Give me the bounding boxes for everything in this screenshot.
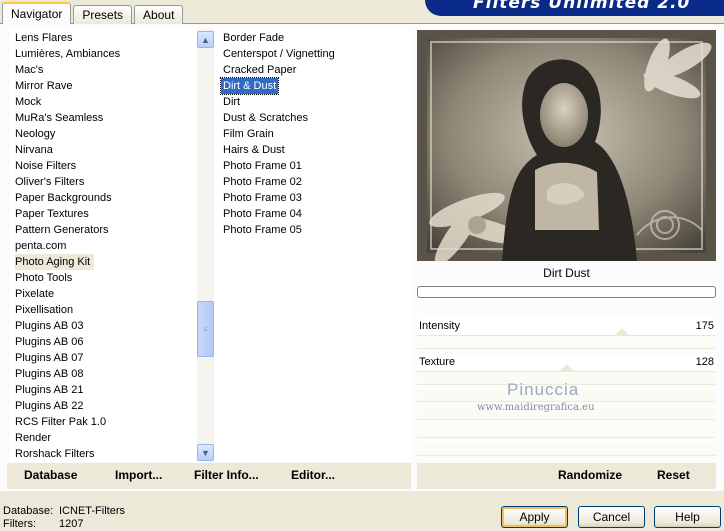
tab-navigator[interactable]: Navigator	[2, 2, 72, 24]
filter-item[interactable]: Film Grain	[221, 126, 276, 142]
scroll-up-button[interactable]: ▲	[197, 31, 214, 48]
filter-item[interactable]: Dirt	[221, 94, 242, 110]
category-item[interactable]: Photo Tools	[15, 270, 76, 286]
category-item[interactable]: Lens Flares	[15, 30, 76, 46]
filter-info-button[interactable]: Filter Info...	[194, 468, 259, 482]
randomize-button[interactable]: Randomize	[558, 468, 622, 482]
filters-count-value: 1207	[59, 518, 84, 530]
parameter-toolbar: Randomize Reset	[417, 463, 716, 489]
category-item[interactable]: Nirvana	[15, 142, 57, 158]
intensity-label: Intensity	[419, 320, 460, 332]
filter-item[interactable]: Centerspot / Vignetting	[221, 46, 337, 62]
grip-icon: ≡	[203, 324, 208, 334]
filter-item[interactable]: Photo Frame 05	[221, 222, 304, 238]
category-item[interactable]: Mirror Rave	[15, 78, 76, 94]
category-item[interactable]: Mock	[15, 94, 45, 110]
reset-button[interactable]: Reset	[657, 468, 690, 482]
category-item[interactable]: Plugins AB 07	[15, 350, 88, 366]
category-item[interactable]: MuRa's Seamless	[15, 110, 107, 126]
slider-row-empty	[417, 337, 716, 349]
filter-item[interactable]: Photo Frame 03	[221, 190, 304, 206]
filter-item[interactable]: Photo Frame 04	[221, 206, 304, 222]
progress-bar	[417, 286, 716, 298]
category-item[interactable]: Render	[15, 430, 55, 446]
category-item[interactable]: Plugins AB 21	[15, 382, 88, 398]
category-item[interactable]: Pattern Generators	[15, 222, 113, 238]
database-status-label: Database:	[3, 505, 54, 517]
database-button[interactable]: Database	[24, 468, 77, 482]
chevron-down-icon: ▼	[201, 447, 210, 458]
texture-label: Texture	[419, 356, 456, 368]
texture-value: 128	[695, 356, 714, 368]
database-status-value: ICNET-Filters	[59, 505, 125, 517]
intensity-value: 175	[695, 320, 714, 332]
watermark-url: www.maidiregrafica.eu	[477, 402, 595, 413]
scroll-thumb[interactable]: ≡	[197, 301, 214, 357]
category-item[interactable]: Pixelate	[15, 286, 58, 302]
brand-title: Filters Unlimited 2.0	[473, 0, 691, 13]
watermark-name: Pinuccia	[507, 380, 580, 399]
category-item[interactable]: Photo Aging Kit	[15, 254, 95, 270]
category-item[interactable]: penta.com	[15, 238, 70, 254]
filter-item[interactable]: Hairs & Dust	[221, 142, 287, 158]
category-item[interactable]: Plugins AB 22	[15, 398, 88, 414]
filters-unlimited-logo: Filters Unlimited 2.0	[425, 0, 724, 16]
texture-slider[interactable]: Texture 128	[417, 354, 716, 372]
import-button[interactable]: Import...	[115, 468, 162, 482]
category-item[interactable]: Noise Filters	[15, 158, 80, 174]
tab-bar: Navigator Presets About	[2, 2, 185, 24]
category-scrollbar[interactable]: ▲ ≡ ▼	[197, 29, 214, 461]
filter-item[interactable]: Cracked Paper	[221, 62, 298, 78]
intensity-slider-thumb[interactable]	[614, 328, 631, 336]
category-item[interactable]: Plugins AB 08	[15, 366, 88, 382]
category-item[interactable]: Mac's	[15, 62, 47, 78]
filter-item[interactable]: Photo Frame 02	[221, 174, 304, 190]
tab-about[interactable]: About	[134, 5, 184, 24]
category-item[interactable]: Paper Backgrounds	[15, 190, 116, 206]
tab-presets[interactable]: Presets	[73, 5, 133, 24]
filter-item[interactable]: Border Fade	[221, 30, 286, 46]
category-item[interactable]: Neology	[15, 126, 59, 142]
category-item[interactable]: Pixellisation	[15, 302, 77, 318]
editor-button[interactable]: Editor...	[291, 468, 335, 482]
status-area: Database: ICNET-Filters Filters: 1207	[3, 505, 125, 531]
filter-item[interactable]: Dirt & Dust	[219, 77, 280, 95]
filter-list[interactable]: Border Fade Centerspot / Vignetting Cracke…	[214, 28, 410, 462]
category-item[interactable]: Plugins AB 06	[15, 334, 88, 350]
category-list[interactable]: Rorshack Filters Render RCS Filter Pak 1.0…	[10, 28, 214, 462]
slider-row-empty	[417, 444, 716, 456]
category-item[interactable]: Plugins AB 03	[15, 318, 88, 334]
filter-name-label: Dirt Dust	[543, 266, 590, 280]
intensity-slider[interactable]: Intensity 175	[417, 318, 716, 336]
category-item[interactable]: Paper Textures	[15, 206, 93, 222]
filter-item[interactable]: Photo Frame 01	[221, 158, 304, 174]
filter-item[interactable]: Dust & Scratches	[221, 110, 310, 126]
texture-slider-thumb[interactable]	[559, 364, 576, 372]
category-item[interactable]: Lumières, Ambiances	[15, 46, 124, 62]
navigator-toolbar: Database Import... Filter Info... Editor…	[7, 463, 411, 489]
chevron-up-icon: ▲	[201, 34, 210, 45]
slider-row-empty	[417, 426, 716, 438]
scroll-down-button[interactable]: ▼	[197, 444, 214, 461]
category-item[interactable]: RCS Filter Pak 1.0	[15, 414, 110, 430]
category-item[interactable]: Rorshack Filters	[15, 446, 98, 462]
preview-image	[417, 30, 716, 261]
category-item[interactable]: Oliver's Filters	[15, 174, 88, 190]
